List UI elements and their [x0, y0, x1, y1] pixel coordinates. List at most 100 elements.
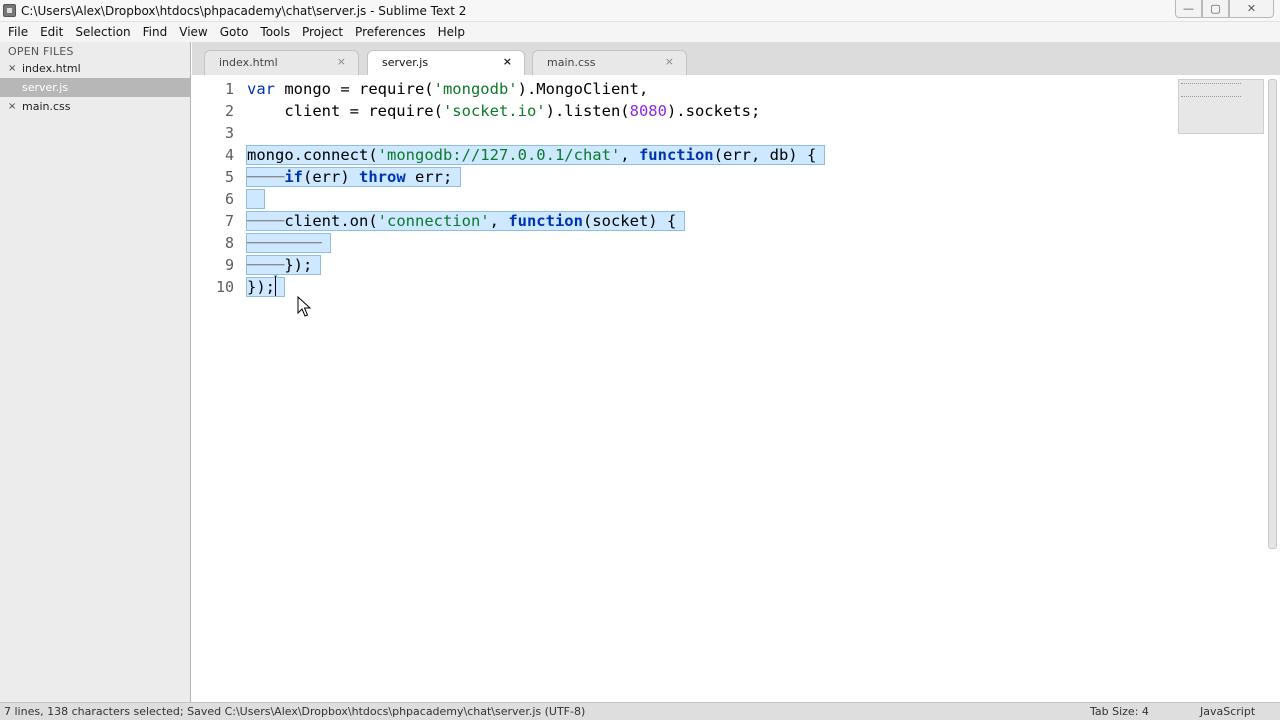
minimap-viewport[interactable] [1181, 83, 1241, 97]
tab-index-html[interactable]: index.html × [204, 50, 359, 75]
menu-find[interactable]: Find [137, 22, 174, 42]
line-number: 1 [224, 80, 234, 98]
code-line: ────client.on('connection', function(soc… [245, 210, 824, 232]
code-editor[interactable]: 1 2 3 4 5 6 7 8 9 10 var mongo = require('mongodb… [192, 75, 1280, 702]
menu-tools[interactable]: Tools [254, 22, 296, 42]
code-line: ────if(err) throw err; [245, 166, 824, 188]
code-token: ).listen( [545, 102, 630, 120]
menu-goto[interactable]: Goto [214, 22, 255, 42]
menu-view[interactable]: View [173, 22, 213, 42]
code-line: mongo.connect('mongodb://127.0.0.1/chat'… [245, 144, 826, 166]
indent-guide: ──── [247, 212, 285, 230]
code-token: 'mongodb' [433, 80, 518, 98]
menu-file[interactable]: File [2, 22, 34, 42]
tab-main-css[interactable]: main.css × [532, 50, 687, 75]
tab-label: server.js [382, 56, 429, 69]
line-number: 4 [224, 146, 234, 164]
tab-server-js[interactable]: server.js × [367, 50, 525, 75]
code-token: ).sockets; [666, 102, 761, 120]
sidebar-file-label: main.css [22, 100, 71, 113]
tab-size-indicator[interactable]: Tab Size: 4 [1090, 705, 1149, 718]
code-line: client = require('socket.io').listen(808… [247, 100, 824, 122]
sublime-app-icon [3, 4, 16, 17]
indent-guide: ──────── [247, 234, 322, 252]
line-number: 3 [224, 124, 234, 142]
menu-project[interactable]: Project [296, 22, 349, 42]
menu-help[interactable]: Help [432, 22, 471, 42]
status-bar: 7 lines, 138 characters selected; Saved … [0, 702, 1280, 720]
code-token: var [247, 80, 275, 98]
line-number: 7 [224, 212, 234, 230]
code-line-content: client = require('socket.io').listen(808… [247, 102, 760, 120]
code-token: (err) [303, 168, 359, 186]
code-token: }); [247, 278, 275, 296]
tab-close-icon[interactable]: × [337, 55, 346, 68]
title-bar: C:\Users\Alex\Dropbox\htdocs\phpacademy\… [0, 0, 1280, 22]
code-token: , [489, 212, 509, 230]
line-number: 9 [224, 256, 234, 274]
code-token: 'socket.io' [442, 102, 546, 120]
line-number: 2 [224, 102, 234, 120]
code-line-content: }); [246, 276, 285, 297]
sidebar-file-index-html[interactable]: × index.html [0, 59, 191, 78]
indent-guide: ──── [247, 256, 285, 274]
code-line-content: ────}); [245, 255, 322, 275]
code-line-content: var mongo = require('mongodb').MongoClie… [247, 80, 648, 98]
close-file-icon[interactable]: × [8, 101, 22, 112]
line-number: 8 [224, 234, 234, 252]
code-line-content: ────if(err) throw err; [245, 167, 462, 187]
code-token: client = require( [247, 102, 443, 120]
code-line: ────}); [245, 254, 824, 276]
code-line: var mongo = require('mongodb').MongoClie… [247, 78, 824, 100]
tab-close-icon[interactable]: × [665, 55, 674, 68]
tab-label: main.css [547, 56, 596, 69]
sidebar-file-server-js[interactable]: server.js [0, 78, 191, 97]
menu-preferences[interactable]: Preferences [349, 22, 432, 42]
code-token: err; [405, 168, 453, 186]
vertical-scrollbar[interactable] [1268, 79, 1277, 549]
menu-edit[interactable]: Edit [34, 22, 69, 42]
text-caret [275, 276, 276, 296]
minimize-button[interactable]: — [1175, 0, 1202, 18]
menu-selection[interactable]: Selection [69, 22, 136, 42]
code-token: (socket) { [582, 212, 677, 230]
code-token: mongo.connect( [247, 146, 378, 164]
window-controls: — ▢ ✕ [1175, 0, 1274, 18]
code-token: client.on( [284, 212, 378, 230]
open-files-header: OPEN FILES [8, 45, 74, 58]
code-token: 'mongodb://127.0.0.1/chat' [377, 146, 621, 164]
code-token: 8080 [629, 102, 667, 120]
code-line-content: mongo.connect('mongodb://127.0.0.1/chat'… [245, 145, 826, 165]
minimap[interactable] [1178, 79, 1264, 134]
code-line [245, 188, 824, 210]
code-token: mongo = require( [275, 80, 434, 98]
status-message: 7 lines, 138 characters selected; Saved … [4, 705, 586, 718]
code-token: function [638, 146, 714, 164]
close-file-icon[interactable]: × [8, 63, 22, 74]
close-button[interactable]: ✕ [1229, 0, 1274, 18]
code-token: ).MongoClient, [517, 80, 649, 98]
code-token: 'connection' [377, 212, 490, 230]
sidebar: OPEN FILES × index.html server.js × main… [0, 42, 191, 702]
line-number: 5 [224, 168, 234, 186]
code-line-content: ──────── [246, 233, 331, 253]
code-line-content [245, 189, 266, 209]
maximize-button[interactable]: ▢ [1202, 0, 1229, 18]
sidebar-file-label: server.js [22, 81, 69, 94]
syntax-indicator[interactable]: JavaScript [1200, 705, 1255, 718]
tab-label: index.html [219, 56, 278, 69]
code-token: throw [359, 168, 406, 186]
menu-bar: File Edit Selection Find View Goto Tools… [0, 22, 1280, 42]
code-token: (err, db) { [713, 146, 817, 164]
code-token: if [284, 168, 303, 186]
indent-guide: ──── [247, 168, 285, 186]
tab-close-icon[interactable]: × [503, 55, 512, 68]
line-number: 10 [215, 278, 234, 296]
code-area[interactable]: var mongo = require('mongodb').MongoClie… [245, 78, 826, 298]
sidebar-file-main-css[interactable]: × main.css [0, 97, 191, 116]
mouse-pointer-icon [297, 296, 312, 317]
code-token: , [620, 146, 639, 164]
code-line-content: ────client.on('connection', function(soc… [245, 211, 686, 231]
code-line: ──────── [246, 232, 824, 254]
